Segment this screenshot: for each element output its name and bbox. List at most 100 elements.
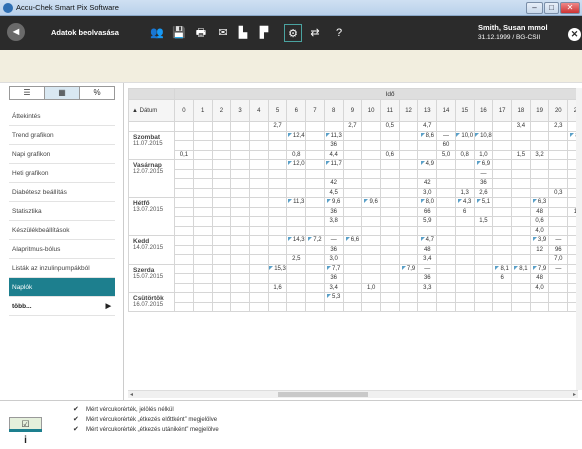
grid-cell[interactable]: 4,5 xyxy=(323,187,344,198)
grid-cell[interactable] xyxy=(511,301,531,312)
maximize-button[interactable]: □ xyxy=(544,2,559,14)
grid-cell[interactable] xyxy=(342,206,363,217)
grid-cell[interactable]: 2,7 xyxy=(267,121,288,132)
grid-cell[interactable]: 0,8 xyxy=(454,149,475,160)
grid-cell[interactable] xyxy=(454,273,475,284)
grid-cell[interactable] xyxy=(267,168,288,179)
sidebar-item-6[interactable]: Készülékbeállítások xyxy=(9,221,115,240)
grid-cell[interactable] xyxy=(230,273,250,284)
grid-cell[interactable] xyxy=(417,168,438,179)
bg-cell[interactable]: 8,1 xyxy=(511,263,531,274)
grid-cell[interactable] xyxy=(230,254,250,265)
bg-cell[interactable]: 10,8 xyxy=(473,130,494,141)
grid-cell[interactable] xyxy=(511,254,531,265)
grid-cell[interactable] xyxy=(230,197,250,208)
grid-cell[interactable]: 4,7 xyxy=(417,121,438,132)
grid-cell[interactable]: 5,9 xyxy=(417,216,438,227)
grid-cell[interactable] xyxy=(379,159,400,170)
grid-cell[interactable] xyxy=(436,235,456,246)
bg-cell[interactable]: 10,0 xyxy=(454,130,475,141)
grid-cell[interactable] xyxy=(492,159,513,170)
grid-cell[interactable] xyxy=(211,121,232,132)
grid-cell[interactable] xyxy=(473,140,494,151)
grid-cell[interactable] xyxy=(267,187,288,198)
grid-cell[interactable] xyxy=(323,225,344,236)
grid-cell[interactable]: 48 xyxy=(529,206,550,217)
grid-cell[interactable]: 2,6 xyxy=(473,187,494,198)
grid-cell[interactable] xyxy=(211,130,232,141)
grid-cell[interactable] xyxy=(230,216,250,227)
grid-cell[interactable]: 1,6 xyxy=(267,282,288,293)
grid-cell[interactable] xyxy=(342,130,363,141)
bg-cell[interactable]: 5,1 xyxy=(473,197,494,208)
grid-cell[interactable]: 1,3 xyxy=(454,187,475,198)
grid-cell[interactable] xyxy=(398,121,419,132)
grid-cell[interactable] xyxy=(286,187,307,198)
grid-cell[interactable] xyxy=(379,130,400,141)
grid-cell[interactable] xyxy=(398,187,419,198)
grid-cell[interactable] xyxy=(174,301,194,312)
grid-cell[interactable] xyxy=(211,273,232,284)
grid-cell[interactable] xyxy=(473,301,494,312)
sidebar-item-3[interactable]: Heti grafikon xyxy=(9,164,115,183)
grid-cell[interactable] xyxy=(305,187,325,198)
grid-cell[interactable] xyxy=(248,263,269,274)
grid-cell[interactable] xyxy=(436,273,456,284)
grid-cell[interactable] xyxy=(248,254,269,265)
grid-cell[interactable] xyxy=(286,216,307,227)
grid-cell[interactable] xyxy=(361,140,381,151)
grid-cell[interactable] xyxy=(529,301,550,312)
grid-cell[interactable] xyxy=(473,254,494,265)
grid-cell[interactable] xyxy=(267,149,288,160)
grid-cell[interactable] xyxy=(192,168,213,179)
grid-cell[interactable] xyxy=(286,168,307,179)
grid-cell[interactable]: 4,0 xyxy=(529,282,550,293)
grid-cell[interactable] xyxy=(286,263,307,274)
grid-cell[interactable] xyxy=(286,273,307,284)
grid-cell[interactable] xyxy=(286,206,307,217)
grid-cell[interactable] xyxy=(174,187,194,198)
grid-cell[interactable]: 0,3 xyxy=(548,187,569,198)
grid-cell[interactable] xyxy=(211,140,232,151)
grid-cell[interactable] xyxy=(174,235,194,246)
grid-cell[interactable] xyxy=(230,206,250,217)
grid-cell[interactable] xyxy=(230,121,250,132)
grid-cell[interactable] xyxy=(305,140,325,151)
bg-cell[interactable]: 8,1 xyxy=(492,263,513,274)
grid-cell[interactable] xyxy=(230,168,250,179)
grid-cell[interactable] xyxy=(379,197,400,208)
grid-view-icon[interactable]: ▦ xyxy=(45,87,80,99)
grid-cell[interactable] xyxy=(436,225,456,236)
grid-cell[interactable] xyxy=(548,206,569,217)
grid-cell[interactable]: 66 xyxy=(417,206,438,217)
grid-cell[interactable] xyxy=(286,178,307,189)
close-user-icon[interactable]: ✕ xyxy=(568,28,581,41)
grid-cell[interactable] xyxy=(248,178,269,189)
grid-cell[interactable] xyxy=(267,130,288,141)
grid-cell[interactable] xyxy=(305,121,325,132)
grid-cell[interactable] xyxy=(379,244,400,255)
grid-cell[interactable] xyxy=(511,159,531,170)
grid-cell[interactable] xyxy=(211,149,232,160)
grid-cell[interactable]: 60 xyxy=(436,140,456,151)
sidebar-item-1[interactable]: Trend grafikon xyxy=(9,126,115,145)
grid-cell[interactable] xyxy=(248,159,269,170)
grid-cell[interactable] xyxy=(211,254,232,265)
grid-cell[interactable] xyxy=(436,244,456,255)
grid-cell[interactable] xyxy=(305,149,325,160)
vertical-scrollbar[interactable] xyxy=(576,88,582,390)
grid-cell[interactable] xyxy=(511,244,531,255)
grid-cell[interactable] xyxy=(361,187,381,198)
grid-cell[interactable] xyxy=(267,140,288,151)
grid-cell[interactable] xyxy=(379,263,400,274)
grid-cell[interactable] xyxy=(511,130,531,141)
grid-cell[interactable] xyxy=(511,216,531,227)
grid-cell[interactable] xyxy=(398,273,419,284)
grid-cell[interactable] xyxy=(192,244,213,255)
grid-cell[interactable] xyxy=(511,168,531,179)
grid-cell[interactable] xyxy=(174,263,194,274)
grid-cell[interactable] xyxy=(473,121,494,132)
grid-cell[interactable] xyxy=(248,216,269,227)
grid-cell[interactable] xyxy=(436,263,456,274)
grid-cell[interactable] xyxy=(492,130,513,141)
